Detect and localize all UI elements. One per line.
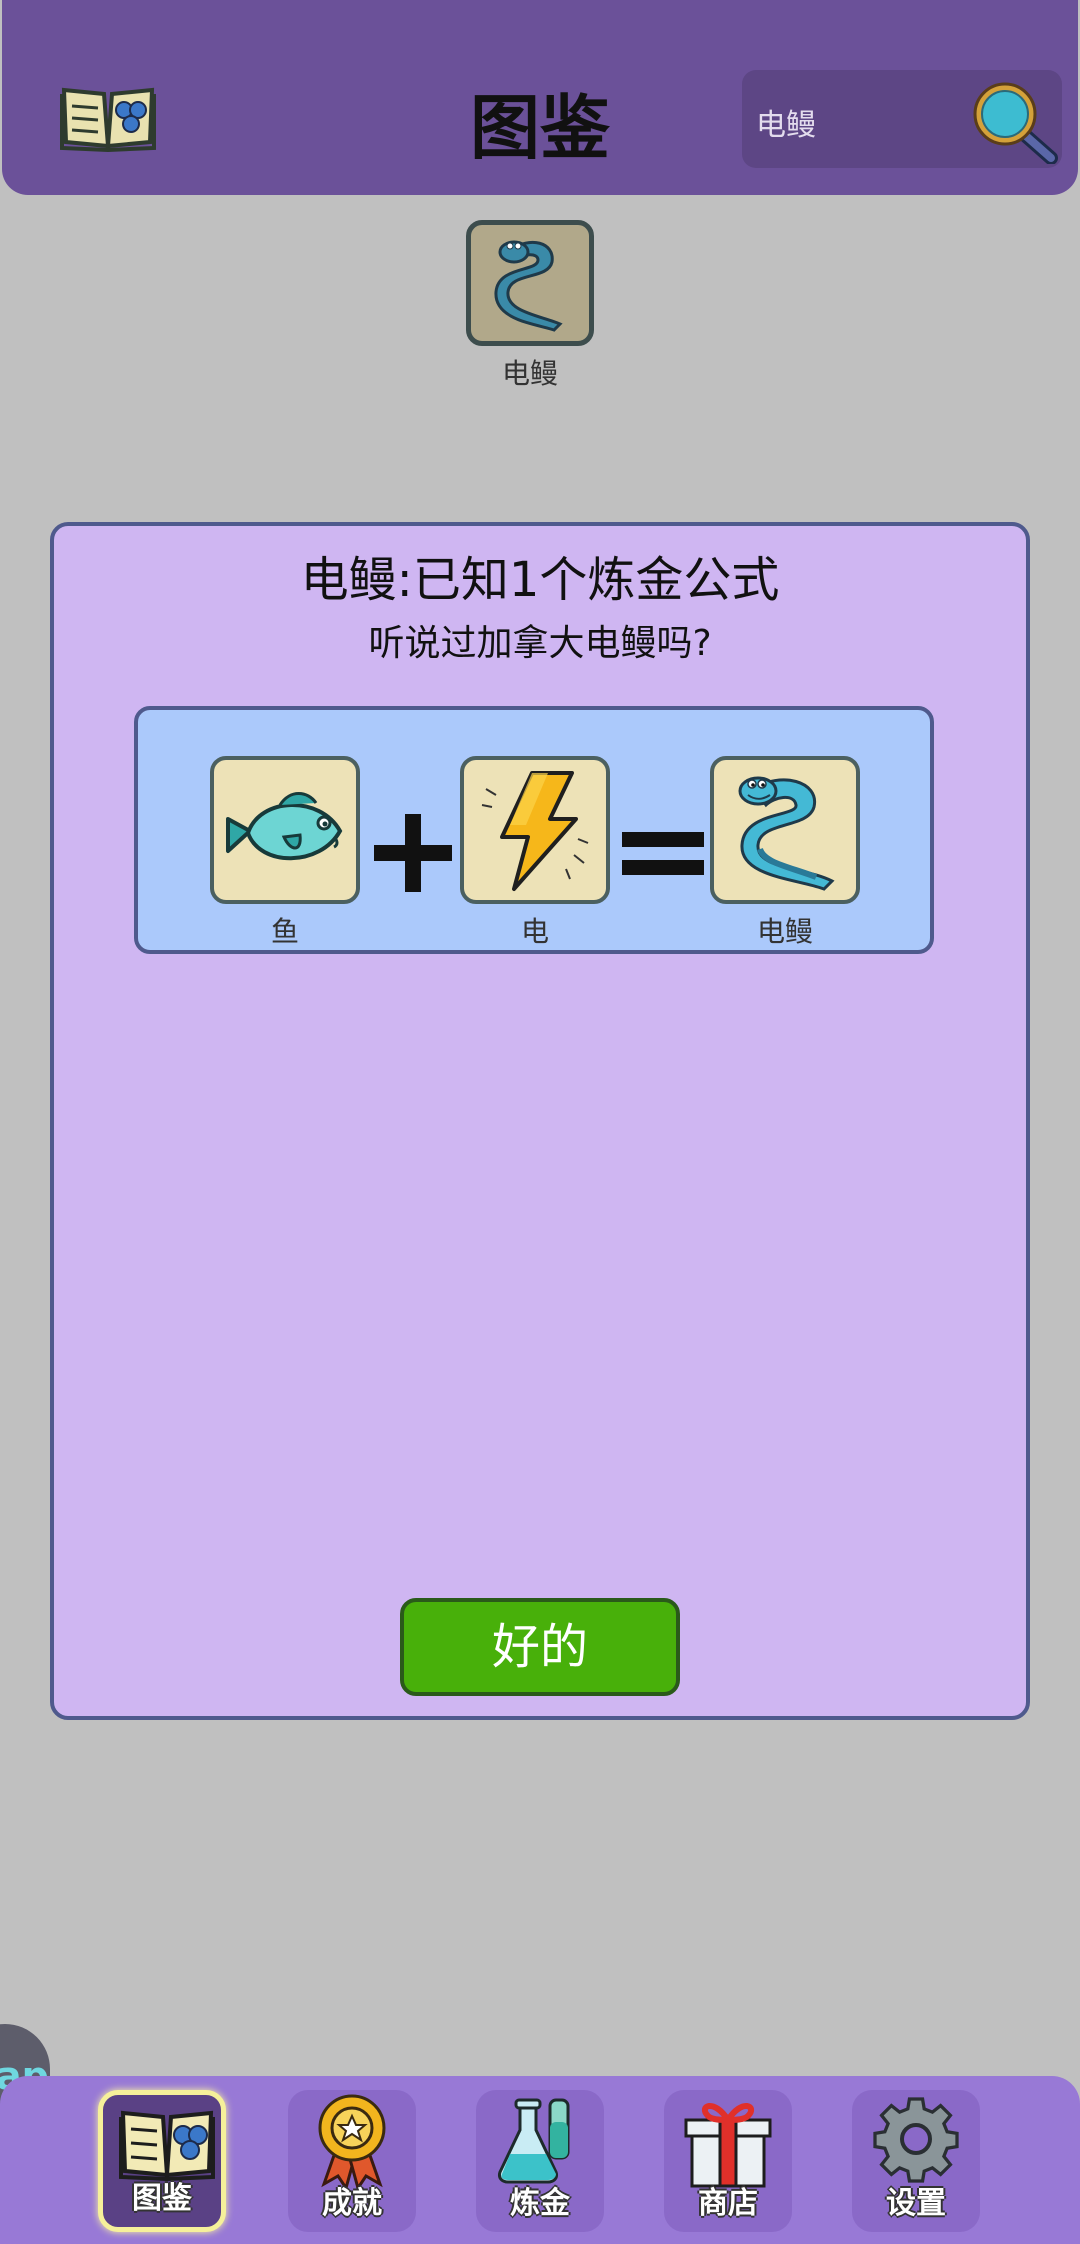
- recipe-dialog: 电鳗:已知1个炼金公式 听说过加拿大电鳗吗? 鱼 电 电鳗 好的: [50, 522, 1030, 1720]
- flask-icon: [490, 2092, 590, 2188]
- nav-item-encyclopedia[interactable]: 图鉴: [98, 2090, 226, 2232]
- formula-output-eel[interactable]: 电鳗: [710, 756, 860, 950]
- gift-icon: [678, 2092, 778, 2188]
- dialog-title: 电鳗:已知1个炼金公式: [300, 552, 780, 608]
- formula-input-electricity[interactable]: 电: [460, 756, 610, 950]
- fish-tile[interactable]: [210, 756, 360, 904]
- formula-output-label: 电鳗: [756, 915, 813, 948]
- result-item-eel[interactable]: 电鳗: [466, 220, 596, 392]
- search-value: 电鳗: [756, 108, 816, 143]
- nav-item-settings[interactable]: 设置: [852, 2090, 980, 2232]
- search-icon[interactable]: [967, 78, 1059, 165]
- nav-label: 商店: [698, 2186, 758, 2221]
- result-label: 电鳗: [501, 357, 558, 390]
- eel-icon: [738, 776, 835, 891]
- formula-row: 鱼 电 电鳗: [134, 706, 934, 954]
- formula-input-2-label: 电: [520, 915, 549, 948]
- ok-button[interactable]: 好的: [400, 1598, 680, 1696]
- plus-icon: [370, 810, 456, 900]
- equals-icon: [618, 810, 708, 900]
- medal-icon: [302, 2092, 402, 2192]
- eel-output-tile[interactable]: [710, 756, 860, 904]
- nav-item-shop[interactable]: 商店: [664, 2090, 792, 2232]
- bottom-nav: 图鉴 成就 炼金 商店 设置: [0, 2076, 1080, 2244]
- electricity-tile[interactable]: [460, 756, 610, 904]
- eel-icon: [494, 240, 563, 332]
- top-bar: 图鉴 电鳗: [2, 0, 1078, 195]
- gear-icon: [866, 2092, 966, 2188]
- nav-label: 成就: [322, 2186, 382, 2221]
- nav-label: 图鉴: [132, 2181, 192, 2216]
- nav-item-achievements[interactable]: 成就: [288, 2090, 416, 2232]
- dialog-subtitle: 听说过加拿大电鳗吗?: [368, 623, 712, 664]
- nav-label: 设置: [886, 2186, 946, 2221]
- search-input[interactable]: 电鳗: [742, 70, 1062, 168]
- formula-input-fish[interactable]: 鱼: [210, 756, 360, 950]
- nav-item-alchemy[interactable]: 炼金: [476, 2090, 604, 2232]
- fish-icon: [226, 792, 343, 861]
- nav-label: 炼金: [510, 2186, 570, 2221]
- formula-input-1-label: 鱼: [270, 915, 299, 948]
- lightning-icon: [481, 771, 589, 891]
- eel-tile[interactable]: [466, 220, 594, 346]
